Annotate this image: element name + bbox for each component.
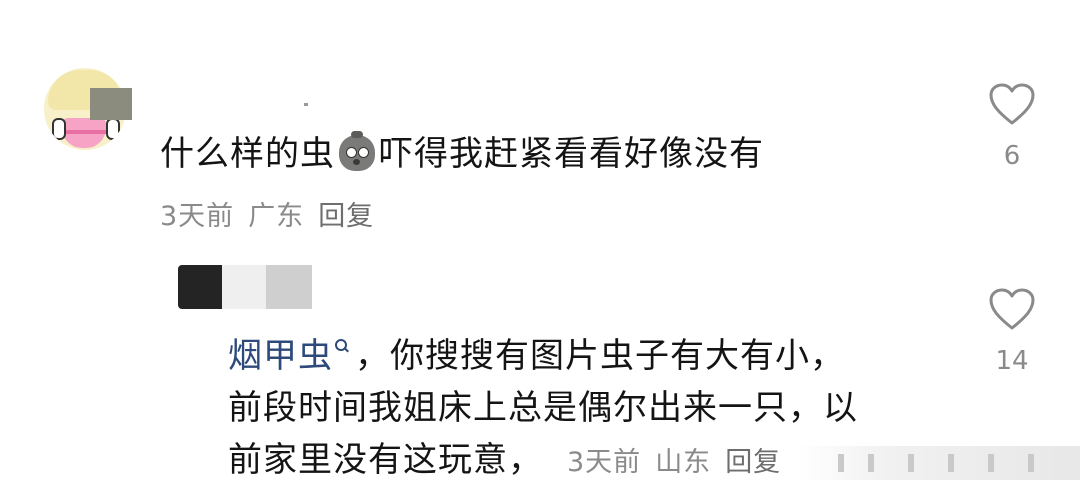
- reply-username-censor-gray: [266, 265, 312, 309]
- comment-thread: 什么样的虫 吓得我赶紧看看好像没有 3天前 广东 回复 6 烟甲虫 ，你搜搜有图片虫子有…: [0, 0, 1080, 494]
- watermark-bar: [1028, 454, 1034, 472]
- avatar-dress-stripe: [62, 130, 106, 134]
- reply-time: 3天前: [567, 447, 642, 478]
- search-icon[interactable]: [335, 339, 349, 353]
- reply-avatar-censored[interactable]: [178, 265, 222, 309]
- reply-like-heart-icon[interactable]: [988, 287, 1036, 331]
- username-trailing-mark: [304, 103, 308, 106]
- reply-meta: 3天前 山东 回复: [567, 447, 795, 478]
- watermark-bar: [988, 454, 994, 472]
- bag-face-emoji-icon: [339, 131, 375, 171]
- comment-body: 什么样的虫 吓得我赶紧看看好像没有: [160, 128, 764, 180]
- comment-reply-button[interactable]: 回复: [318, 201, 374, 232]
- reply-like-count: 14: [995, 346, 1029, 376]
- watermark-bar: [868, 454, 874, 472]
- censored-username: [90, 88, 132, 120]
- watermark-bar: [838, 454, 844, 472]
- avatar-right-arm: [106, 118, 120, 140]
- comment-meta: 3天前 广东 回复: [160, 194, 388, 233]
- keyword-search-link[interactable]: 烟甲虫: [228, 336, 333, 376]
- reply-username-censor-light: [222, 265, 266, 309]
- avatar-left-arm: [52, 118, 66, 140]
- reply-line-1-text: ，你搜搜有图片虫子有大有小，: [355, 336, 845, 376]
- comment-location: 广东: [248, 201, 305, 232]
- reply-line-2: 前段时间我姐床上总是偶尔出来一只，以: [228, 388, 858, 428]
- comment-text-part-2: 吓得我赶紧看看好像没有: [379, 134, 764, 174]
- watermark-bar: [908, 454, 914, 472]
- reply-line-1: 烟甲虫 ，你搜搜有图片虫子有大有小，: [228, 330, 948, 382]
- reply-location: 山东: [655, 447, 712, 478]
- reply-line-3-text: 前家里没有这玩意，: [228, 440, 543, 480]
- reply-reply-button[interactable]: 回复: [725, 447, 781, 478]
- comment-like-heart-icon[interactable]: [988, 82, 1036, 126]
- comment-text-part-1: 什么样的虫: [160, 134, 335, 174]
- comment-time: 3天前: [160, 201, 235, 232]
- comment-like-count: 6: [1003, 141, 1021, 171]
- watermark-bar: [948, 454, 954, 472]
- watermark-overlay: [798, 446, 1080, 480]
